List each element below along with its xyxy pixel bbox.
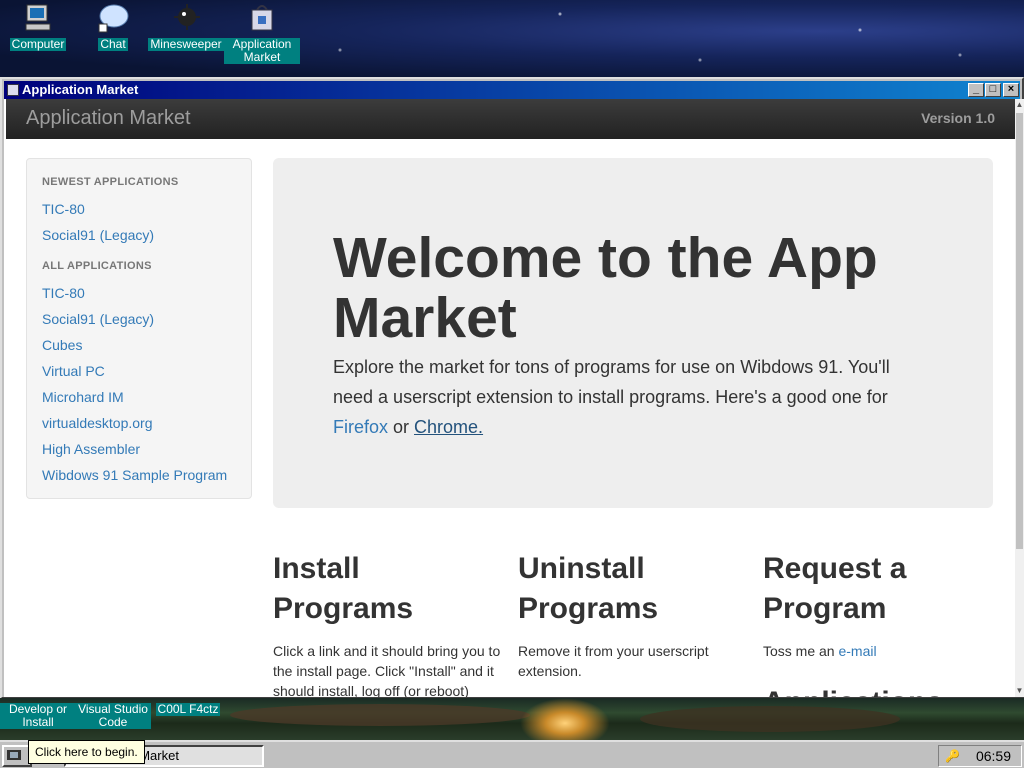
desktop-icon-minesweeper[interactable]: Minesweeper <box>148 2 224 51</box>
navbar: Application Market Version 1.0 <box>6 99 1015 139</box>
sidebar-link-sample-program[interactable]: Wibdows 91 Sample Program <box>42 462 236 488</box>
navbar-brand[interactable]: Application Market <box>26 107 191 130</box>
request-text-body: Toss me an <box>763 643 839 659</box>
welcome-heading: Welcome to the App Market <box>333 226 878 350</box>
sidebar-link-social91[interactable]: Social91 (Legacy) <box>42 306 236 332</box>
welcome-text-or: or <box>388 417 415 437</box>
sidebar-link-tic80-newest[interactable]: TIC-80 <box>42 196 236 222</box>
clock[interactable]: 06:59 <box>976 748 1011 764</box>
scrollbar-thumb[interactable] <box>1016 113 1023 549</box>
sidebar: NEWEST APPLICATIONS TIC-80 Social91 (Leg… <box>26 158 252 499</box>
wallpaper-island <box>230 704 530 726</box>
scroll-down-icon[interactable]: ▼ <box>1015 685 1024 697</box>
sidebar-link-virtual-pc[interactable]: Virtual PC <box>42 358 236 384</box>
desktop-icon-label: Application Market <box>224 38 300 64</box>
uninstall-column: Uninstall Programs Remove it from your u… <box>518 549 748 681</box>
request-column: Request a Program Toss me an e-mail Appl… <box>763 549 993 697</box>
vertical-scrollbar[interactable]: ▲ ▼ <box>1015 99 1024 697</box>
mine-icon <box>174 4 200 30</box>
welcome-jumbotron: Welcome to the App Market Explore the ma… <box>273 158 993 508</box>
minimize-button[interactable]: _ <box>968 83 984 97</box>
desktop-icon-label: Computer <box>9 37 67 51</box>
uninstall-heading: Uninstall Programs <box>518 552 659 625</box>
desktop-icon-vscode[interactable]: Visual Studio Code <box>75 703 151 729</box>
chat-icon <box>98 4 129 33</box>
welcome-text-body: Explore the market for tons of programs … <box>333 357 890 407</box>
wallpaper-light <box>520 698 610 740</box>
window-titlebar[interactable]: Application Market _ □ × <box>4 81 1020 99</box>
desktop-icon-application-market[interactable]: Application Market <box>224 2 300 64</box>
sidebar-link-social91-newest[interactable]: Social91 (Legacy) <box>42 222 236 248</box>
close-button[interactable]: × <box>1003 83 1019 97</box>
system-tray: 🔑 06:59 <box>938 745 1022 767</box>
desktop-icon-label: Visual Studio Code <box>75 703 151 729</box>
sidebar-header-all: ALL APPLICATIONS <box>42 260 152 272</box>
navbar-version: Version 1.0 <box>921 110 995 126</box>
web-content: Application Market Version 1.0 NEWEST AP… <box>4 99 1015 697</box>
app-market-icon <box>251 5 273 31</box>
application-market-window: Application Market _ □ × Application Mar… <box>0 77 1024 699</box>
sidebar-link-cubes[interactable]: Cubes <box>42 332 236 358</box>
desktop-icon-computer[interactable]: Computer <box>0 2 76 51</box>
key-icon[interactable]: 🔑 <box>945 749 960 763</box>
welcome-text: Explore the market for tons of programs … <box>333 352 933 442</box>
sidebar-link-microhard-im[interactable]: Microhard IM <box>42 384 236 410</box>
desktop-icon-label: C00L F4ctz <box>155 702 221 716</box>
install-heading: Install Programs <box>273 552 414 625</box>
sidebar-link-high-assembler[interactable]: High Assembler <box>42 436 236 462</box>
request-text: Toss me an e-mail <box>763 641 993 661</box>
applications-heading: Applications <box>763 683 993 697</box>
install-column: Install Programs Click a link and it sho… <box>273 549 503 697</box>
request-heading: Request a Program <box>763 552 907 625</box>
start-icon <box>7 750 21 760</box>
maximize-button[interactable]: □ <box>985 83 1001 97</box>
install-text: Click a link and it should bring you to … <box>273 643 501 697</box>
desktop-icon-chat[interactable]: Chat <box>75 2 151 51</box>
desktop-icon-label: Minesweeper <box>148 37 224 51</box>
desktop-icon-develop[interactable]: Develop or Install <box>0 703 76 729</box>
wallpaper-island <box>640 706 900 732</box>
window-app-icon <box>7 84 19 96</box>
start-tooltip: Click here to begin. <box>28 740 145 764</box>
computer-icon <box>25 4 51 31</box>
desktop-icon-label: Develop or Install <box>0 703 76 729</box>
sidebar-link-tic80[interactable]: TIC-80 <box>42 280 236 306</box>
firefox-link[interactable]: Firefox <box>333 417 388 437</box>
window-title: Application Market <box>22 82 139 97</box>
desktop-icon-cool-facts[interactable]: C00L F4ctz <box>150 703 226 716</box>
sidebar-link-virtualdesktop[interactable]: virtualdesktop.org <box>42 410 236 436</box>
taskbar: Application Market 🔑 06:59 <box>0 740 1024 768</box>
uninstall-text: Remove it from your userscript extension… <box>518 643 709 679</box>
desktop-icon-label: Chat <box>98 37 128 51</box>
chrome-link[interactable]: Chrome. <box>414 417 483 437</box>
email-link[interactable]: e-mail <box>838 643 876 659</box>
scroll-up-icon[interactable]: ▲ <box>1015 99 1024 111</box>
sidebar-header-newest: NEWEST APPLICATIONS <box>42 176 179 188</box>
